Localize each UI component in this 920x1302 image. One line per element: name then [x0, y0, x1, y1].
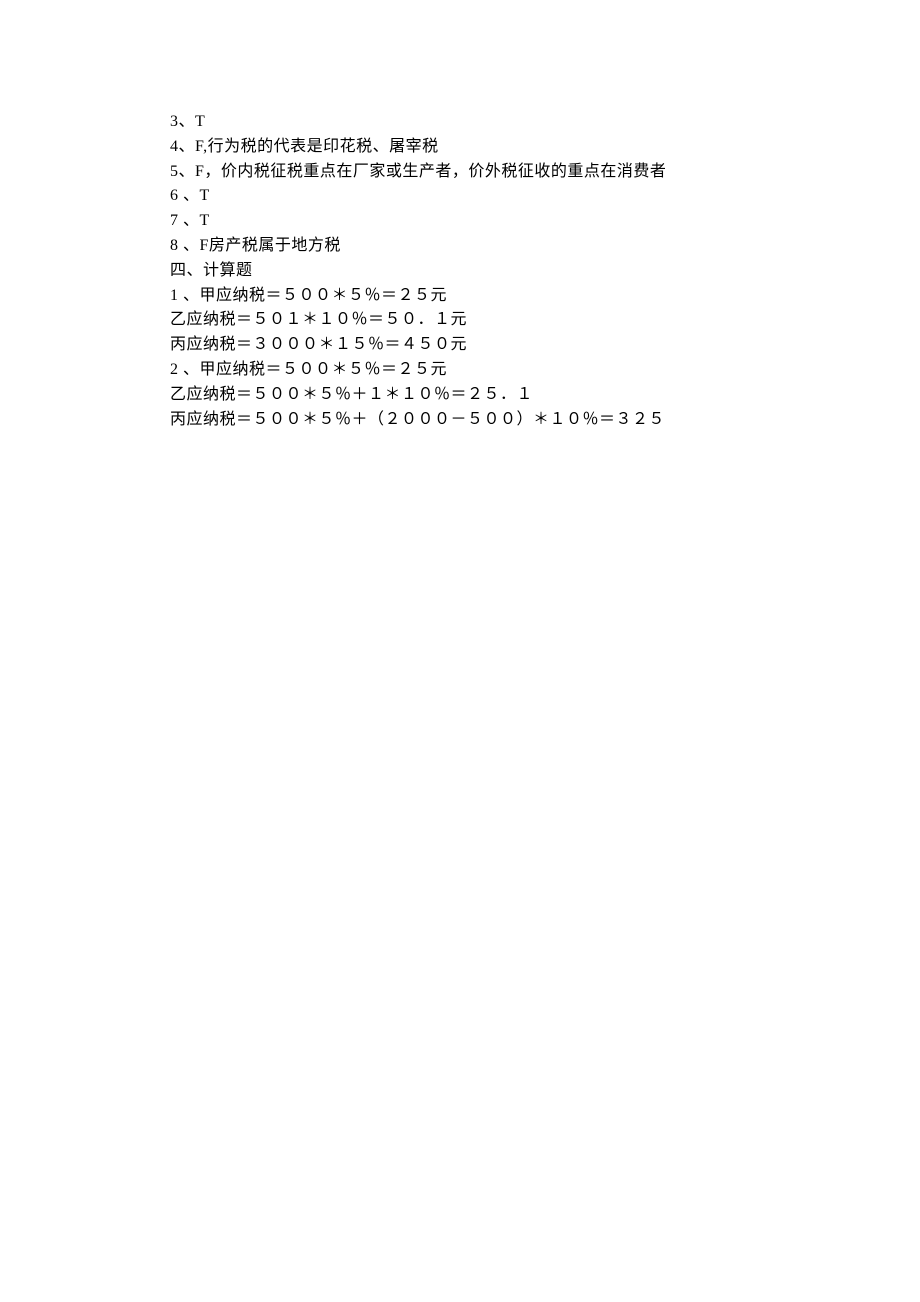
text-line: 3、T: [170, 110, 760, 135]
text-line: 7 、T: [170, 209, 760, 234]
text-line: 乙应纳税＝５０１＊１０％＝５０．１元: [170, 308, 760, 333]
text-line: 丙应纳税＝５００＊５％＋（２０００－５００）＊１０％＝３２５: [170, 408, 760, 433]
text-line: 乙应纳税＝５００＊５％＋１＊１０％＝２５．１: [170, 383, 760, 408]
text-line: 1 、甲应纳税＝５００＊５％＝２５元: [170, 284, 760, 309]
text-line: 6 、T: [170, 184, 760, 209]
text-line: 2 、甲应纳税＝５００＊５％＝２５元: [170, 358, 760, 383]
text-line: 8 、F房产税属于地方税: [170, 234, 760, 259]
text-line: 丙应纳税＝３０００＊１５％＝４５０元: [170, 333, 760, 358]
text-line: 四、计算题: [170, 259, 760, 284]
document-page: 3、T 4、F,行为税的代表是印花税、屠宰税 5、F，价内税征税重点在厂家或生产…: [0, 0, 760, 432]
text-line: 5、F，价内税征税重点在厂家或生产者，价外税征收的重点在消费者: [170, 160, 760, 185]
text-line: 4、F,行为税的代表是印花税、屠宰税: [170, 135, 760, 160]
